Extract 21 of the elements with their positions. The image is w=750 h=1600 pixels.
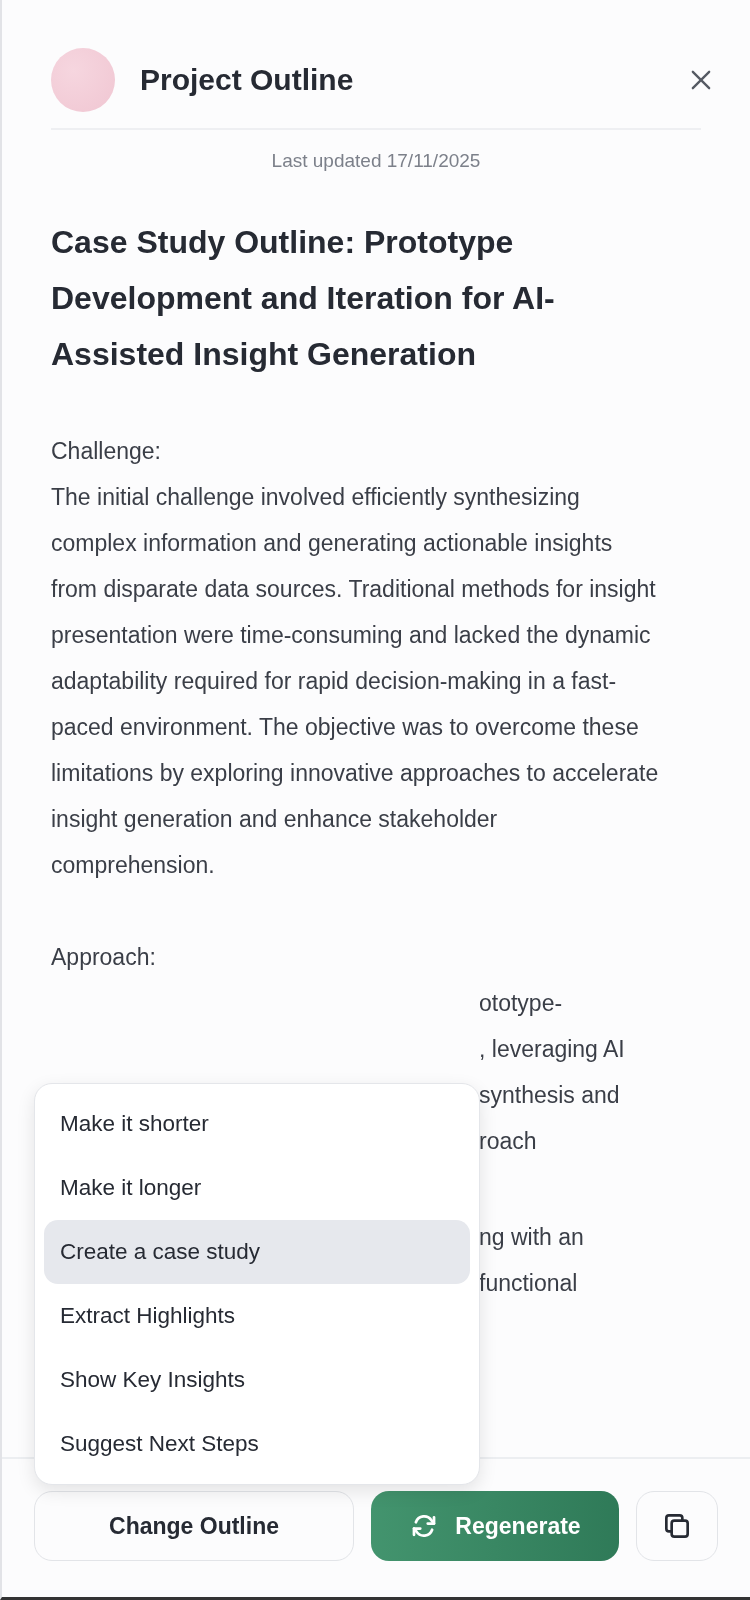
menu-item[interactable]: Suggest Next Steps: [44, 1412, 470, 1476]
section-heading: Approach:: [51, 943, 157, 972]
menu-item[interactable]: Make it longer: [44, 1156, 470, 1220]
panel-title: Project Outline: [140, 63, 355, 97]
menu-item[interactable]: Create a case study: [44, 1220, 470, 1284]
paragraph-fragment: roach: [479, 1127, 538, 1156]
section-paragraph: The initial challenge involved efficiently synthesizing complex information and generating actionable insights from disparate data sources. Traditional methods for insight presentation were time-consuming and lacked the dynamic adaptability required for rapid decision-making in a fast-paced environment. The objective was to overcome these limitations by exploring innovative approaches to accelerate insight generation and enhance stakeholder comprehension.: [51, 483, 660, 880]
menu-item[interactable]: Make it shorter: [44, 1092, 470, 1156]
last-updated-text: Last updated 17/11/2025: [270, 150, 482, 172]
paragraph-fragment: functional: [479, 1269, 579, 1298]
copy-button[interactable]: [636, 1491, 718, 1561]
section-heading: Challenge:: [51, 437, 162, 466]
paragraph-fragment: ng with an: [479, 1223, 585, 1252]
menu-item[interactable]: Show Key Insights: [44, 1348, 470, 1412]
paragraph-fragment: ototype-: [479, 989, 564, 1018]
document-title: Case Study Outline: Prototype Development and Iteration for AI-Assisted Insight Generation: [51, 223, 556, 374]
paragraph-fragment: , leveraging AI: [479, 1035, 626, 1064]
change-outline-button[interactable]: Change Outline: [34, 1491, 354, 1561]
regenerate-button[interactable]: Regenerate: [371, 1491, 619, 1561]
paragraph-fragment: synthesis and: [479, 1081, 621, 1110]
menu-item[interactable]: Extract Highlights: [44, 1284, 470, 1348]
